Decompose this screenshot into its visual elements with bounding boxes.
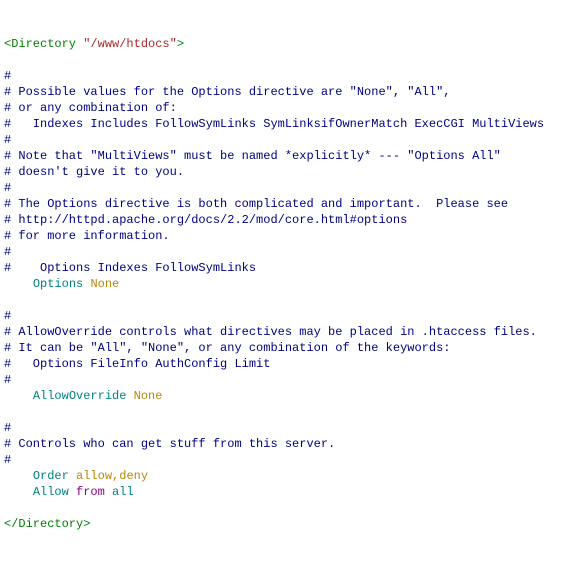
allow-directive: Allow	[33, 485, 69, 499]
comment-line: # Options FileInfo AuthConfig Limit	[4, 357, 270, 371]
comment-line: #	[4, 69, 11, 83]
directory-close-tag: </Directory>	[4, 517, 90, 531]
comment-line: # http://httpd.apache.org/docs/2.2/mod/c…	[4, 213, 407, 227]
comment-line: # Controls who can get stuff from this s…	[4, 437, 335, 451]
comment-line: #	[4, 421, 11, 435]
comment-line: # for more information.	[4, 229, 170, 243]
comment-line: # AllowOverride controls what directives…	[4, 325, 537, 339]
comment-line: #	[4, 133, 11, 147]
comment-line: #	[4, 453, 11, 467]
order-directive: Order	[33, 469, 69, 483]
options-directive: Options	[33, 277, 83, 291]
directory-path: "/www/htdocs"	[83, 37, 177, 51]
comment-line: # or any combination of:	[4, 101, 177, 115]
allow-value: all	[112, 485, 134, 499]
directory-open-close: >	[177, 37, 184, 51]
comment-line: # Indexes Includes FollowSymLinks SymLin…	[4, 117, 544, 131]
comment-line: # It can be "All", "None", or any combin…	[4, 341, 450, 355]
allowoverride-directive: AllowOverride	[33, 389, 127, 403]
comment-line: # Note that "MultiViews" must be named *…	[4, 149, 501, 163]
order-value: allow,deny	[76, 469, 148, 483]
allowoverride-value: None	[134, 389, 163, 403]
directory-open-tag: <Directory	[4, 37, 83, 51]
comment-line: #	[4, 181, 11, 195]
comment-line: #	[4, 373, 11, 387]
comment-line: # The Options directive is both complica…	[4, 197, 508, 211]
comment-line: # Options Indexes FollowSymLinks	[4, 261, 256, 275]
allow-from: from	[76, 485, 105, 499]
comment-line: # doesn't give it to you.	[4, 165, 184, 179]
comment-line: # Possible values for the Options direct…	[4, 85, 450, 99]
comment-line: #	[4, 245, 11, 259]
comment-line: #	[4, 309, 11, 323]
options-value: None	[90, 277, 119, 291]
